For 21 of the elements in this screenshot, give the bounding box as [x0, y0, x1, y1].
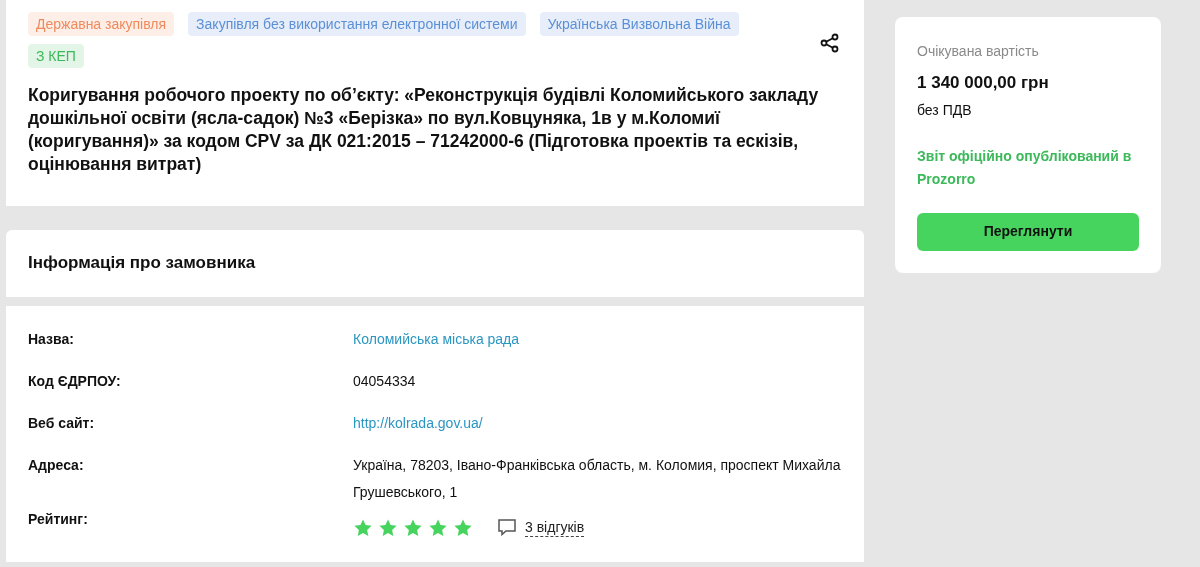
field-label: Веб сайт:	[28, 414, 96, 433]
tender-title: Коригування робочого проекту по об’єкту: «Реконструкція будівлі Коломийського закладу дошкільної освіти (ясла-садок) №3 «Берізка» по вул.Ковцуняка, 1в у м.Коломиї (коригування)» за кодом CPV за ДК 021:2015 – 71242000-6 (Підготовка проектів та ескізів, оцінювання витрат)	[28, 84, 820, 176]
field-label: Код ЄДРПОУ:	[28, 372, 122, 391]
status-text: Звіт офіційно опублікований в Prozorro	[917, 146, 1133, 189]
tag: Державна закупівля	[28, 12, 175, 36]
reviews-link[interactable]: 3 відгуків	[525, 517, 585, 537]
tag: Українська Визвольна Війна	[539, 12, 739, 36]
share-icon[interactable]	[820, 33, 840, 53]
field-label: Адреса:	[28, 456, 85, 475]
field-value: 04054334	[353, 373, 416, 389]
section-heading: Інформація про замовника	[28, 253, 256, 274]
comment-icon	[497, 518, 517, 536]
field-label: Рейтинг:	[28, 510, 89, 529]
field-value: Україна, 78203, Івано-Франківська область, м. Коломия, проспект Михайла Грушевського, 1	[353, 457, 841, 500]
price-label: Очікувана вартість	[917, 42, 1040, 61]
field-label: Назва:	[28, 330, 75, 349]
view-button[interactable]: Переглянути	[917, 212, 1139, 251]
vat-note: без ПДВ	[917, 100, 973, 120]
price-amount: 1 340 000,00 грн	[917, 72, 1050, 94]
tag: З КЕП	[28, 44, 84, 68]
tag: Закупівля без використання електронної системи	[188, 12, 526, 36]
